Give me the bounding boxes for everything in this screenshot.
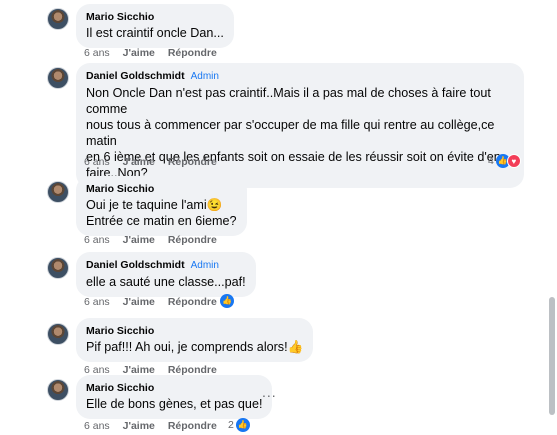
like-button[interactable]: J'aime bbox=[123, 47, 155, 59]
reply-button[interactable]: Répondre bbox=[168, 296, 217, 308]
like-icon: 👍 bbox=[220, 294, 234, 308]
avatar[interactable] bbox=[47, 379, 69, 401]
comment-line: Oui je te taquine l'ami😉 bbox=[86, 198, 223, 212]
comment-author[interactable]: Mario Sicchio bbox=[86, 10, 224, 24]
comment-meta: 6 ans J'aime Répondre bbox=[84, 234, 227, 246]
comment-text: Pif paf!!! Ah oui, je comprends alors!👍 bbox=[86, 340, 304, 354]
comment-age[interactable]: 6 ans bbox=[84, 420, 110, 432]
comment-age[interactable]: 6 ans bbox=[84, 47, 110, 59]
comment-meta: 6 ans J'aime Répondre bbox=[84, 47, 227, 59]
comment-bubble: Daniel Goldschmidt Admin Non Oncle Dan n'… bbox=[76, 63, 524, 188]
avatar[interactable] bbox=[47, 181, 69, 203]
reaction-count: 2 bbox=[228, 419, 234, 431]
like-button[interactable]: J'aime bbox=[123, 156, 155, 168]
comment-author[interactable]: Mario Sicchio bbox=[86, 324, 303, 338]
comment-author: Daniel Goldschmidt Admin bbox=[86, 69, 514, 84]
comment-bubble: Mario Sicchio Pif paf!!! Ah oui, je comp… bbox=[76, 318, 314, 362]
scrollbar[interactable] bbox=[547, 0, 557, 435]
reply-button[interactable]: Répondre bbox=[168, 47, 217, 59]
avatar[interactable] bbox=[47, 323, 69, 345]
comment-bubble: Mario Sicchio Elle de bons gènes, et pas… bbox=[76, 375, 273, 419]
avatar[interactable] bbox=[47, 257, 69, 279]
reaction-summary[interactable]: 2 👍 bbox=[228, 418, 250, 432]
comment-text: elle a sauté une classe...paf! bbox=[86, 275, 246, 289]
comment-bubble: Mario Sicchio Il est craintif oncle Dan.… bbox=[76, 4, 234, 48]
comment-text: Elle de bons gènes, et pas que! bbox=[86, 397, 263, 411]
comment-text: Oui je te taquine l'ami😉 Entrée ce matin… bbox=[86, 197, 237, 229]
comment-author[interactable]: Mario Sicchio bbox=[86, 182, 237, 196]
reply-button[interactable]: Répondre bbox=[168, 156, 217, 168]
comment-bubble: Daniel Goldschmidt Admin elle a sauté une… bbox=[76, 252, 256, 297]
reaction-summary[interactable]: 4 👍 ♥ bbox=[488, 154, 521, 168]
reply-button[interactable]: Répondre bbox=[168, 234, 217, 246]
author-name[interactable]: Daniel Goldschmidt bbox=[86, 259, 185, 271]
comment-line: Entrée ce matin en 6ieme? bbox=[86, 214, 237, 228]
comment-text: Il est craintif oncle Dan... bbox=[86, 26, 224, 40]
comment-meta: 6 ans J'aime Répondre bbox=[84, 420, 227, 432]
comment-author[interactable]: Mario Sicchio bbox=[86, 381, 262, 395]
love-icon: ♥ bbox=[506, 154, 521, 168]
comment-author: Daniel Goldschmidt Admin bbox=[86, 258, 246, 273]
avatar[interactable] bbox=[47, 67, 69, 89]
admin-badge: Admin bbox=[190, 260, 219, 271]
like-button[interactable]: J'aime bbox=[123, 420, 155, 432]
avatar[interactable] bbox=[47, 8, 69, 30]
comment-line: nous tous à commencer par s'occuper de m… bbox=[86, 118, 495, 148]
reaction-summary[interactable]: 👍 bbox=[220, 294, 234, 308]
author-name[interactable]: Daniel Goldschmidt bbox=[86, 70, 185, 82]
comment-age[interactable]: 6 ans bbox=[84, 296, 110, 308]
reaction-count: 4 bbox=[488, 155, 494, 167]
like-button[interactable]: J'aime bbox=[123, 296, 155, 308]
like-icon: 👍 bbox=[235, 418, 250, 432]
like-button[interactable]: J'aime bbox=[123, 234, 155, 246]
comment-line: Non Oncle Dan n'est pas craintif..Mais i… bbox=[86, 86, 491, 116]
comment-age[interactable]: 6 ans bbox=[84, 234, 110, 246]
admin-badge: Admin bbox=[190, 71, 219, 82]
reply-button[interactable]: Répondre bbox=[168, 420, 217, 432]
comment-age[interactable]: 6 ans bbox=[84, 156, 110, 168]
more-options-icon[interactable]: ... bbox=[262, 384, 277, 400]
scrollbar-thumb[interactable] bbox=[549, 297, 555, 415]
comment-bubble: Mario Sicchio Oui je te taquine l'ami😉 E… bbox=[76, 176, 247, 236]
comment-meta: 6 ans J'aime Répondre bbox=[84, 156, 227, 168]
comment-meta: 6 ans J'aime Répondre bbox=[84, 296, 227, 308]
